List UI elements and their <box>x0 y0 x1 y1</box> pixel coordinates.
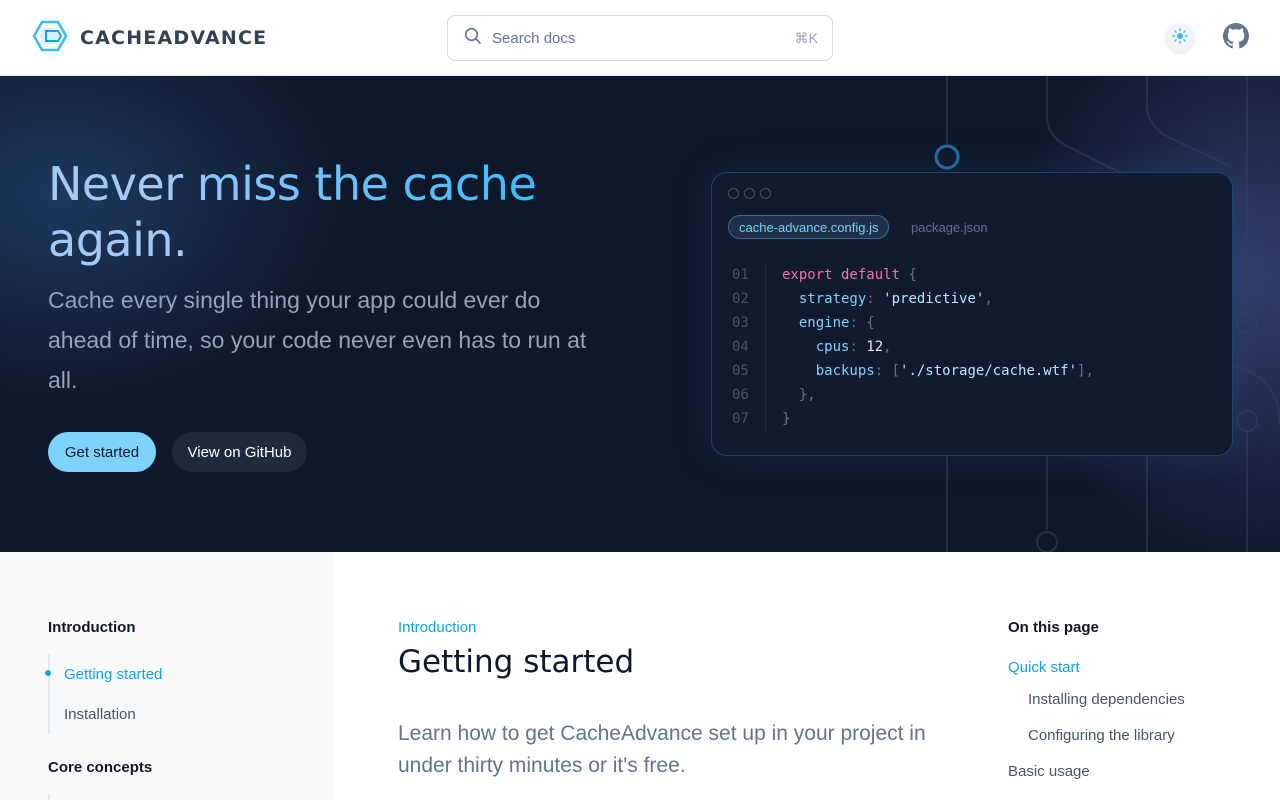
code-token: export default <box>782 267 901 283</box>
code-line: 03 engine: { <box>712 311 1232 335</box>
tab-config-file[interactable]: cache-advance.config.js <box>728 215 890 239</box>
code-line: 06 }, <box>712 383 1232 407</box>
code-token: , <box>883 339 892 355</box>
github-icon <box>1223 22 1249 54</box>
code-text: } <box>766 411 790 427</box>
code-token: cpus <box>782 339 850 355</box>
sun-icon <box>1172 27 1188 49</box>
code-token: engine <box>782 315 850 331</box>
code-token: } <box>782 411 791 427</box>
sidebar-item-getting-started[interactable]: Getting started <box>45 654 288 694</box>
brand-logo[interactable]: CACHEADVANCE <box>32 19 268 58</box>
nav-list-core-concepts <box>48 794 288 800</box>
logo-hexagon-icon <box>32 19 68 58</box>
code-token: : [ <box>874 363 901 379</box>
code-example-card: cache-advance.config.js package.json 01 e… <box>711 172 1233 456</box>
code-token: : <box>866 291 884 307</box>
code-token: : { <box>849 315 875 331</box>
page-lead: Learn how to get CacheAdvance set up in … <box>398 722 926 777</box>
window-dot <box>744 188 755 199</box>
hero-title: Never miss the cache again. <box>48 156 648 268</box>
toc-item-quick-start[interactable]: Quick start <box>1008 659 1080 676</box>
get-started-button[interactable]: Get started <box>48 432 156 472</box>
line-number: 03 <box>712 311 766 335</box>
code-text: export default { <box>766 267 917 283</box>
code-text: strategy: 'predictive', <box>766 291 993 307</box>
line-number: 04 <box>712 335 766 359</box>
sidebar-item-installation[interactable]: Installation <box>50 694 288 734</box>
nav-section-introduction: Introduction <box>48 619 136 636</box>
code-token: './storage/cache.wtf' <box>900 363 1078 379</box>
window-dot <box>760 188 771 199</box>
line-number: 02 <box>712 287 766 311</box>
search-icon <box>464 27 482 50</box>
toc-heading: On this page <box>1008 619 1099 636</box>
code-token: { <box>900 267 917 283</box>
search-placeholder: Search docs <box>492 29 576 47</box>
window-dots <box>728 188 771 199</box>
code-text: }, <box>766 387 816 403</box>
code-token: : <box>849 339 867 355</box>
page-title: Getting started <box>398 644 635 680</box>
sidebar-nav: Introduction Getting started Installatio… <box>0 552 334 800</box>
code-line: 04 cpus: 12, <box>712 335 1232 359</box>
toc-item-configuring-library[interactable]: Configuring the library <box>1028 727 1175 744</box>
top-header: CACHEADVANCE Search docs ⌘K <box>0 0 1280 76</box>
code-text: backups: ['./storage/cache.wtf'], <box>766 363 1094 379</box>
brand-name: CACHEADVANCE <box>80 27 268 49</box>
code-line: 01 export default { <box>712 263 1232 287</box>
view-on-github-button[interactable]: View on GitHub <box>172 432 307 472</box>
code-block: 01 export default {02 strategy: 'predicti… <box>712 263 1232 431</box>
code-line: 07} <box>712 407 1232 431</box>
window-dot <box>728 188 739 199</box>
hero-title-part2: again. <box>48 213 188 267</box>
search-shortcut: ⌘K <box>794 29 818 46</box>
toc-item-installing-dependencies[interactable]: Installing dependencies <box>1028 691 1185 708</box>
code-text: engine: { <box>766 315 875 331</box>
search-input[interactable]: Search docs ⌘K <box>447 15 833 61</box>
code-token: 12 <box>866 339 884 355</box>
section-eyebrow: Introduction <box>398 619 477 636</box>
theme-toggle-button[interactable] <box>1166 24 1194 52</box>
code-text: cpus: 12, <box>766 339 892 355</box>
github-link[interactable] <box>1223 22 1249 54</box>
code-token: }, <box>782 387 816 403</box>
nav-section-core-concepts: Core concepts <box>48 759 153 776</box>
code-line: 05 backups: ['./storage/cache.wtf'], <box>712 359 1232 383</box>
code-token: ], <box>1077 363 1094 379</box>
line-number: 07 <box>712 407 766 431</box>
code-token: strategy <box>782 291 867 307</box>
line-number: 05 <box>712 359 766 383</box>
hero-title-accent: miss the cache <box>196 157 537 211</box>
line-number: 01 <box>712 263 766 287</box>
line-number: 06 <box>712 383 766 407</box>
code-line: 02 strategy: 'predictive', <box>712 287 1232 311</box>
toc-item-basic-usage[interactable]: Basic usage <box>1008 763 1090 780</box>
hero-subtitle: Cache every single thing your app could … <box>48 287 587 393</box>
code-token: 'predictive' <box>883 291 985 307</box>
nav-list-introduction: Getting started Installation <box>45 654 288 734</box>
hero-section: Never miss the cache again. Cache every … <box>0 76 1280 552</box>
code-token: , <box>984 291 993 307</box>
code-token: backups <box>782 363 875 379</box>
tab-package-json[interactable]: package.json <box>911 215 988 239</box>
hero-title-part1: Never <box>48 157 197 211</box>
